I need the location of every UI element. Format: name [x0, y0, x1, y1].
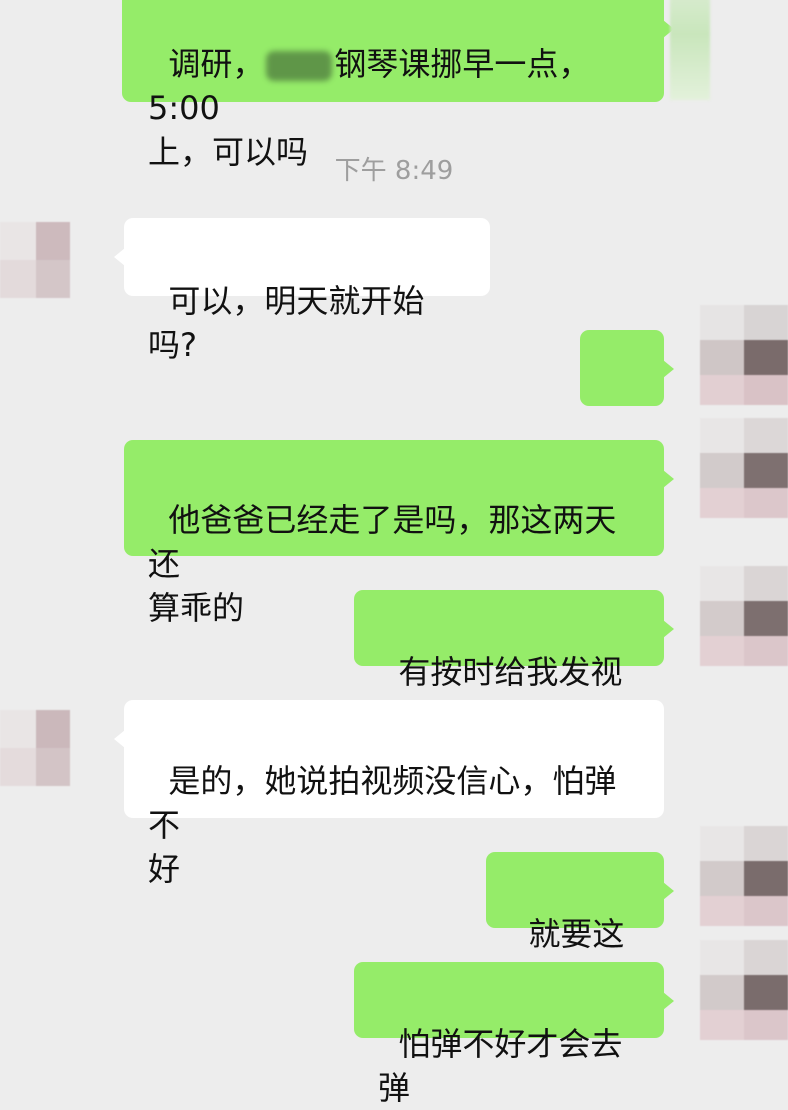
message-text: 可以，明天就开始吗?	[148, 282, 425, 364]
avatar-icon[interactable]	[700, 418, 788, 518]
redacted-name	[266, 51, 333, 81]
message-bubble-incoming[interactable]: 是的，她说拍视频没信心，怕弹不 好	[114, 700, 664, 888]
message-bubble-outgoing[interactable]: 调研， 钢琴课挪早一点，5:00 上，可以吗	[122, 0, 674, 171]
message-bubble-outgoing[interactable]: 就要这样	[486, 852, 674, 997]
avatar-edge	[670, 0, 710, 100]
avatar-icon[interactable]	[700, 940, 788, 1040]
message-text-part: 调研，	[168, 45, 265, 83]
avatar-icon[interactable]	[700, 826, 788, 926]
avatar-icon[interactable]	[700, 566, 788, 666]
avatar-icon[interactable]	[0, 710, 70, 786]
message-text: 怕弹不好才会去弹	[378, 1025, 623, 1107]
message-timestamp: 下午 8:49	[334, 156, 454, 186]
message-bubble-outgoing[interactable]: 对	[580, 330, 674, 475]
avatar-icon[interactable]	[0, 222, 70, 298]
avatar-icon[interactable]	[700, 305, 788, 405]
message-bubble-outgoing[interactable]: 他爸爸已经走了是吗，那这两天还 算乖的	[124, 440, 674, 627]
message-bubble-outgoing[interactable]: 有按时给我发视频	[354, 590, 674, 735]
message-bubble-incoming[interactable]: 可以，明天就开始吗?	[114, 218, 490, 364]
message-bubble-outgoing[interactable]: 怕弹不好才会去弹	[354, 962, 674, 1107]
